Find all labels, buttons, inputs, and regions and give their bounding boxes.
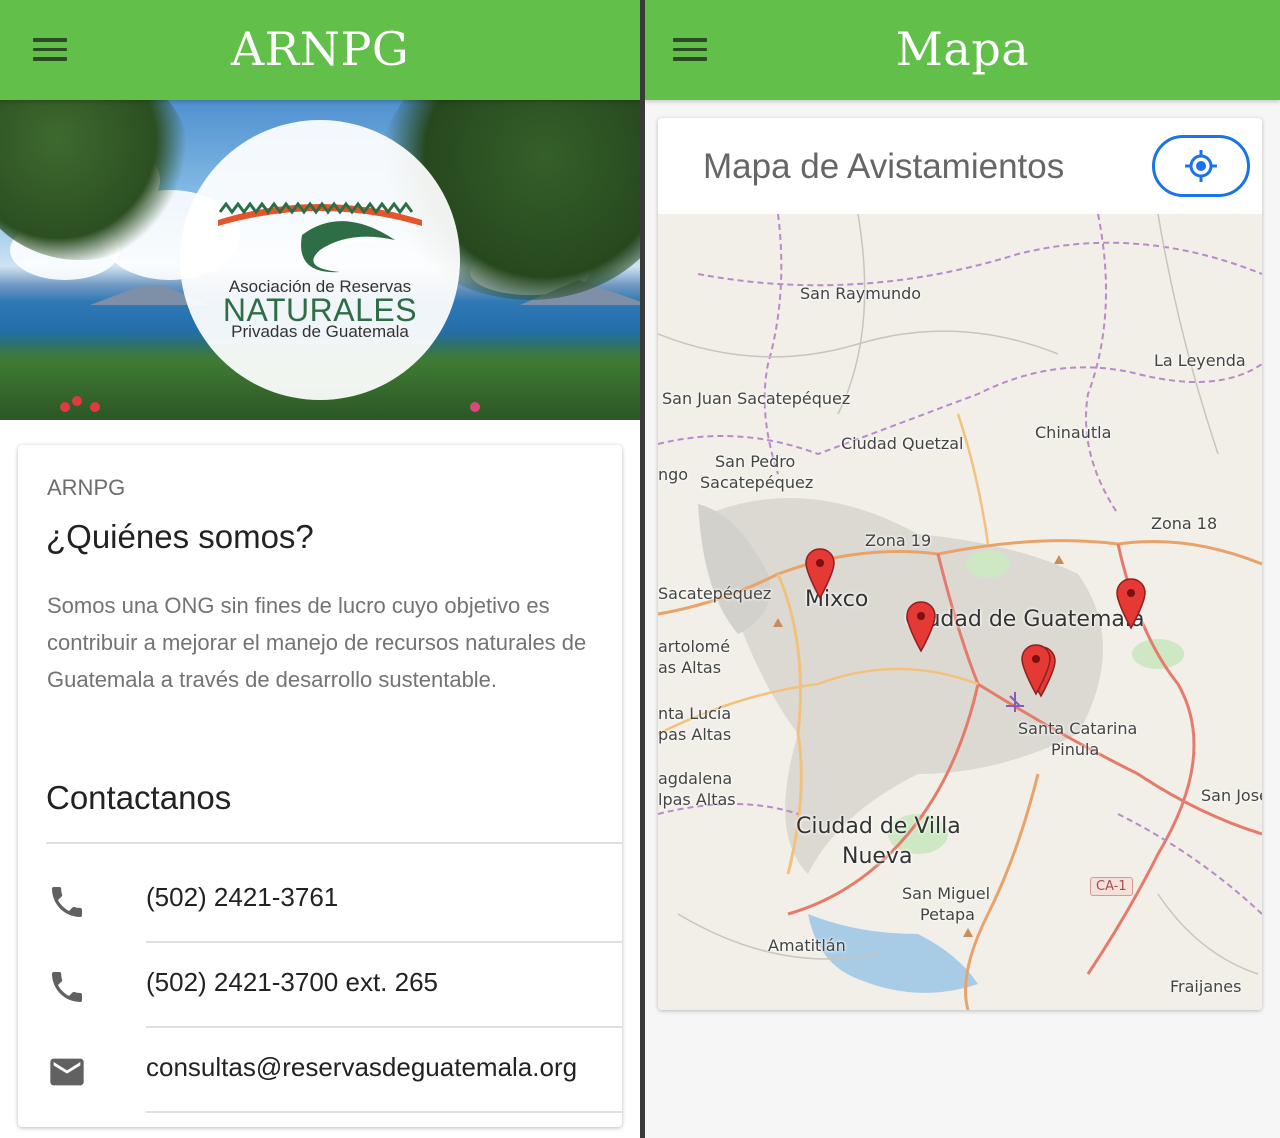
locate-button[interactable] [1152,135,1250,197]
app-title: ARNPG [230,22,410,76]
card-overline: ARNPG [47,475,126,500]
card-description: Somos una ONG sin fines de lucro cuyo ob… [47,593,587,692]
map-label: pas Altas [658,725,732,744]
map-label: San Miguel [902,884,991,903]
map-label: nta Lucía [658,704,732,723]
leaf-logo-icon [218,201,422,273]
contact-email-text: consultas@reservasdeguatemala.org [146,1052,578,1082]
map-label: agdalena [658,769,733,788]
contact-heading: Contactanos [46,779,232,816]
map-label: Zona 18 [1151,514,1218,533]
map-label: Sacatepéquez [658,584,772,603]
sighting-marker[interactable] [1115,578,1147,630]
logo-text-line3: Privadas de Guatemala [231,322,409,341]
map-label: Sacatepéquez [700,473,814,492]
map-label: artolomé [658,637,731,656]
home-screen: ARNPG Asociación de Reservas NATURALES P… [0,0,640,1138]
map-label: Fraijanes [1170,977,1242,996]
map-label: La Leyenda [1154,351,1246,370]
map-card-title: Mapa de Avistamientos [703,147,1065,186]
map-label: San Juan Sacatepéquez [662,389,851,408]
contact-phone-2-text: (502) 2421-3700 ext. 265 [146,967,438,997]
map-label: San Pedro [715,452,796,471]
map-label: Nueva [842,844,913,869]
map-view[interactable]: San Raymundo La Leyenda San Juan Sacatep… [658,214,1262,1010]
arnpg-logo: Asociación de Reservas NATURALES Privada… [180,120,460,400]
contact-email[interactable]: consultas@reservasdeguatemala.org [46,1028,622,1113]
map-label: ngo [658,465,689,484]
map-label: lpas Altas [658,790,736,809]
map-label: Ciudad de Villa [796,814,961,839]
contact-phone-1-text: (502) 2421-3761 [146,882,339,912]
top-app-bar: Mapa [645,0,1280,100]
map-label: San Raymundo [800,284,922,303]
map-label: Chinautla [1035,423,1112,442]
map-label: Ciudad de Guatemala [905,607,1145,632]
divider [46,842,622,844]
about-card: ARNPG ¿Quiénes somos? Somos una ONG sin … [18,445,622,1127]
sighting-marker[interactable] [804,548,836,600]
map-card: Mapa de Avistamientos San Raymundo La Le… [658,118,1262,1010]
contact-phone-1[interactable]: (502) 2421-3761 [46,858,622,943]
my-location-icon [1185,150,1217,182]
phone-icon [52,887,82,917]
card-title: ¿Quiénes somos? [46,518,314,555]
map-label: Pinula [1051,740,1100,759]
hero-banner: Asociación de Reservas NATURALES Privada… [0,100,640,420]
email-icon [50,1058,84,1086]
map-label: Petapa [920,905,975,924]
sighting-marker[interactable] [1020,644,1052,696]
contact-phone-2[interactable]: (502) 2421-3700 ext. 265 [46,943,622,1028]
map-label: as Altas [658,658,722,677]
map-screen: Mapa Mapa de Avistamientos San Raymundo … [645,0,1280,1138]
sighting-marker[interactable] [905,601,937,653]
map-label: Amatitlán [768,936,846,955]
phone-icon [52,972,82,1002]
route-shield: CA-1 [1090,877,1133,896]
map-label: San José [1201,786,1262,805]
app-title: Mapa [895,22,1030,76]
map-label: Ciudad Quetzal [841,434,964,453]
map-label: Santa Catarina [1018,719,1138,738]
map-label: Zona 19 [865,531,932,550]
top-app-bar: ARNPG [0,0,640,100]
